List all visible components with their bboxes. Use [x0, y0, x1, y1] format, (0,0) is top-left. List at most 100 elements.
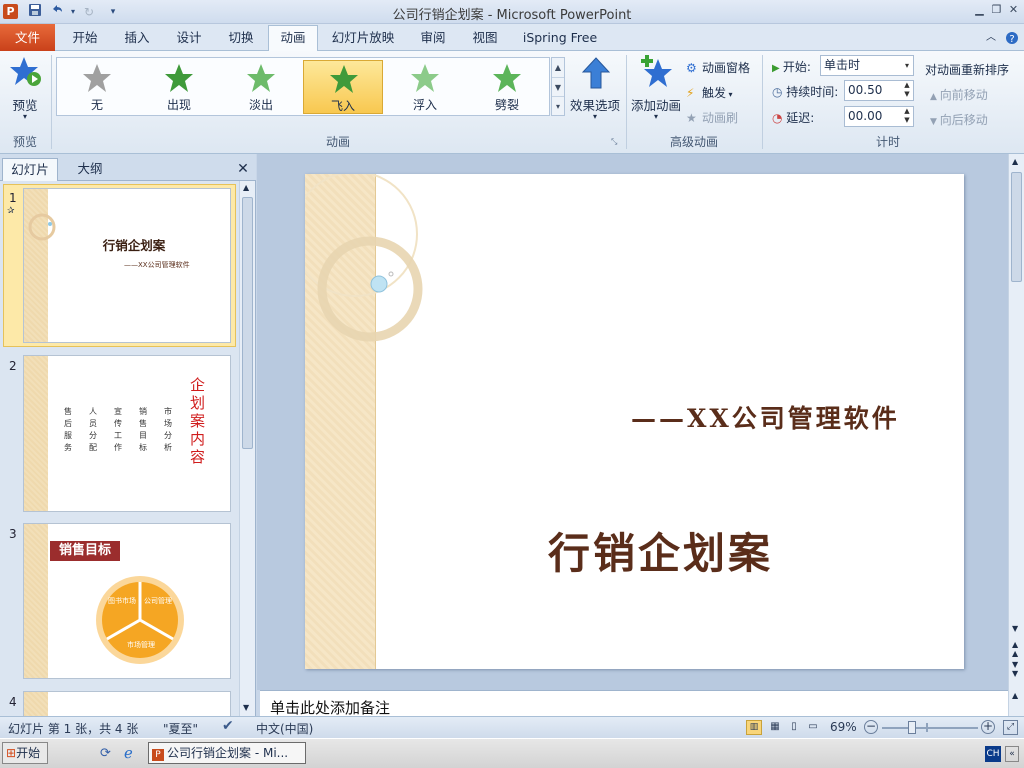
- thumb-3-segment: 图书市场: [108, 597, 136, 605]
- zoom-in-icon[interactable]: +: [981, 720, 995, 734]
- slideshow-icon[interactable]: ▭: [805, 720, 821, 735]
- tab-slides[interactable]: 幻灯片: [2, 158, 58, 181]
- gallery-down-icon[interactable]: ▼: [552, 77, 564, 96]
- theme-name: "夏至": [163, 722, 199, 736]
- scroll-down-icon[interactable]: ▼: [1012, 624, 1018, 633]
- slide-thumbnail-3[interactable]: 销售目标 图书市场 公司管理 市场管理: [23, 523, 231, 679]
- tab-insert[interactable]: 插入: [114, 26, 160, 50]
- trigger-button[interactable]: ⚡ 触发 ▾: [686, 84, 733, 101]
- start-button[interactable]: ⊞开始: [2, 742, 48, 764]
- animation-pane-button[interactable]: ⚙ 动画窗格: [686, 59, 750, 76]
- scroll-thumb[interactable]: [242, 197, 253, 449]
- zoom-level[interactable]: 69%: [830, 720, 857, 734]
- tab-transitions[interactable]: 切换: [218, 26, 264, 50]
- scroll-up-icon[interactable]: ▲: [1012, 157, 1018, 166]
- delay-input[interactable]: 00.00 ▲ ▼: [844, 106, 914, 127]
- slide-number: 2: [9, 359, 17, 373]
- tab-slideshow[interactable]: 幻灯片放映: [324, 26, 402, 50]
- animation-painter-button: ★ 动画刷: [686, 109, 738, 126]
- gallery-up-icon[interactable]: ▲: [552, 58, 564, 77]
- add-animation-button[interactable]: 添加动画 ▾: [630, 55, 682, 127]
- notes-pane[interactable]: 单击此处添加备注: [260, 690, 1008, 717]
- language[interactable]: 中文(中国): [256, 720, 313, 737]
- collapse-ribbon-icon[interactable]: ︿: [984, 26, 998, 50]
- thumb-3-pie-icon: [96, 576, 184, 664]
- scroll-down-icon[interactable]: ▼: [243, 703, 249, 712]
- tab-review[interactable]: 审阅: [410, 26, 456, 50]
- thumb-3-segment: 市场管理: [127, 641, 155, 649]
- previous-slide-icon[interactable]: ▲ ▲: [1012, 640, 1018, 658]
- delay-clock-icon: ◔: [772, 111, 787, 125]
- notes-scrollbar[interactable]: ▲: [1008, 690, 1024, 716]
- gallery-scroll[interactable]: ▲ ▼ ▾: [551, 57, 565, 116]
- close-panel-icon[interactable]: ✕: [234, 158, 252, 181]
- preview-button[interactable]: 预览 ▾: [4, 55, 46, 127]
- animation-float-in[interactable]: 浮入: [385, 60, 465, 114]
- tab-view[interactable]: 视图: [462, 26, 508, 50]
- star-icon-fly-in: [330, 65, 358, 93]
- tab-file[interactable]: 文件: [0, 24, 55, 51]
- reading-view-icon[interactable]: ▯: [786, 720, 802, 735]
- slide-subtitle[interactable]: ——XX公司管理软件: [631, 399, 900, 435]
- thumb-2-title: 企划案内容: [190, 376, 206, 466]
- internet-explorer-icon[interactable]: ℯ: [124, 744, 133, 762]
- thumbnail-band: [24, 692, 48, 716]
- editor-scrollbar[interactable]: ▲ ▼ ▲ ▲ ▼ ▼: [1008, 154, 1024, 690]
- taskbar-window-powerpoint[interactable]: P 公司行销企划案 - Mi...: [148, 742, 306, 764]
- powerpoint-app-icon[interactable]: P: [3, 4, 18, 19]
- gallery-more-icon[interactable]: ▾: [552, 96, 564, 115]
- delay-spinner-icon[interactable]: ▲ ▼: [901, 107, 913, 126]
- animation-pane-icon: ⚙: [686, 61, 697, 75]
- effect-options-button[interactable]: 效果选项 ▾: [568, 55, 622, 127]
- scroll-up-icon[interactable]: ▲: [1012, 691, 1018, 700]
- duration-spinner-icon[interactable]: ▲ ▼: [901, 81, 913, 100]
- up-arrow-icon: [582, 57, 610, 89]
- ime-indicator[interactable]: CH: [985, 746, 1001, 762]
- show-desktop-icon[interactable]: ⟳: [100, 746, 111, 761]
- tab-ispring[interactable]: iSpring Free: [518, 26, 602, 50]
- status-bar: 幻灯片 第 1 张，共 4 张 "夏至" ✔ 中文(中国) ▥ ▦ ▯ ▭ 69…: [0, 716, 1024, 738]
- save-icon[interactable]: [26, 3, 44, 21]
- start-select-dropdown-icon[interactable]: ▾: [901, 56, 913, 75]
- duration-input[interactable]: 00.50 ▲ ▼: [844, 80, 914, 101]
- tab-animations[interactable]: 动画: [268, 25, 318, 51]
- painter-star-icon: ★: [686, 111, 697, 125]
- zoom-slider-thumb[interactable]: [908, 721, 916, 734]
- thumbnails-scrollbar[interactable]: ▲ ▼: [239, 181, 255, 716]
- powerpoint-taskbar-icon: P: [152, 749, 164, 761]
- animation-fade[interactable]: 淡出: [221, 60, 301, 114]
- normal-view-icon[interactable]: ▥: [746, 720, 762, 735]
- slide-thumbnail-4[interactable]: [23, 691, 231, 716]
- scroll-up-icon[interactable]: ▲: [243, 183, 249, 192]
- restore-icon[interactable]: ❐: [989, 2, 1004, 17]
- slide-thumbnail-1[interactable]: 行销企划案 ——XX公司管理软件: [23, 188, 231, 343]
- tab-home[interactable]: 开始: [62, 26, 108, 50]
- tab-design[interactable]: 设计: [166, 26, 212, 50]
- start-select[interactable]: 单击时 ▾: [820, 55, 914, 76]
- animation-none[interactable]: 无: [57, 60, 137, 114]
- animation-pane-label: 动画窗格: [702, 61, 751, 75]
- fit-to-window-icon[interactable]: ⤢: [1003, 720, 1018, 735]
- animation-fly-in[interactable]: 飞入: [303, 60, 383, 114]
- next-slide-icon[interactable]: ▼ ▼: [1012, 660, 1018, 678]
- help-icon[interactable]: ?: [1004, 26, 1020, 50]
- tab-outline[interactable]: 大纲: [62, 158, 118, 181]
- current-slide[interactable]: ——XX公司管理软件 行销企划案: [305, 174, 964, 669]
- zoom-slider-track[interactable]: [882, 727, 978, 729]
- tray-expand-icon[interactable]: «: [1005, 746, 1019, 762]
- slide-thumbnail-2[interactable]: 售后服务 人员分配 宣传工作 销售目标 市场分析 企划案内容: [23, 355, 231, 512]
- dialog-launcher-icon[interactable]: ⤡: [611, 137, 617, 147]
- slide-title[interactable]: 行销企划案: [548, 520, 773, 581]
- spellcheck-icon[interactable]: ✔: [222, 718, 234, 734]
- scroll-thumb[interactable]: [1011, 172, 1022, 282]
- star-icon-split: [493, 64, 521, 92]
- group-label-advanced: 高级动画: [669, 135, 718, 149]
- zoom-out-icon[interactable]: −: [864, 720, 878, 734]
- customize-qat-icon[interactable]: ▾: [104, 3, 122, 21]
- svg-text:?: ?: [1009, 34, 1014, 45]
- animation-appear[interactable]: 出现: [139, 60, 219, 114]
- minimize-icon[interactable]: ▁: [972, 2, 987, 17]
- close-icon[interactable]: ✕: [1006, 2, 1021, 17]
- slide-sorter-icon[interactable]: ▦: [767, 720, 783, 735]
- animation-split[interactable]: 劈裂: [467, 60, 547, 114]
